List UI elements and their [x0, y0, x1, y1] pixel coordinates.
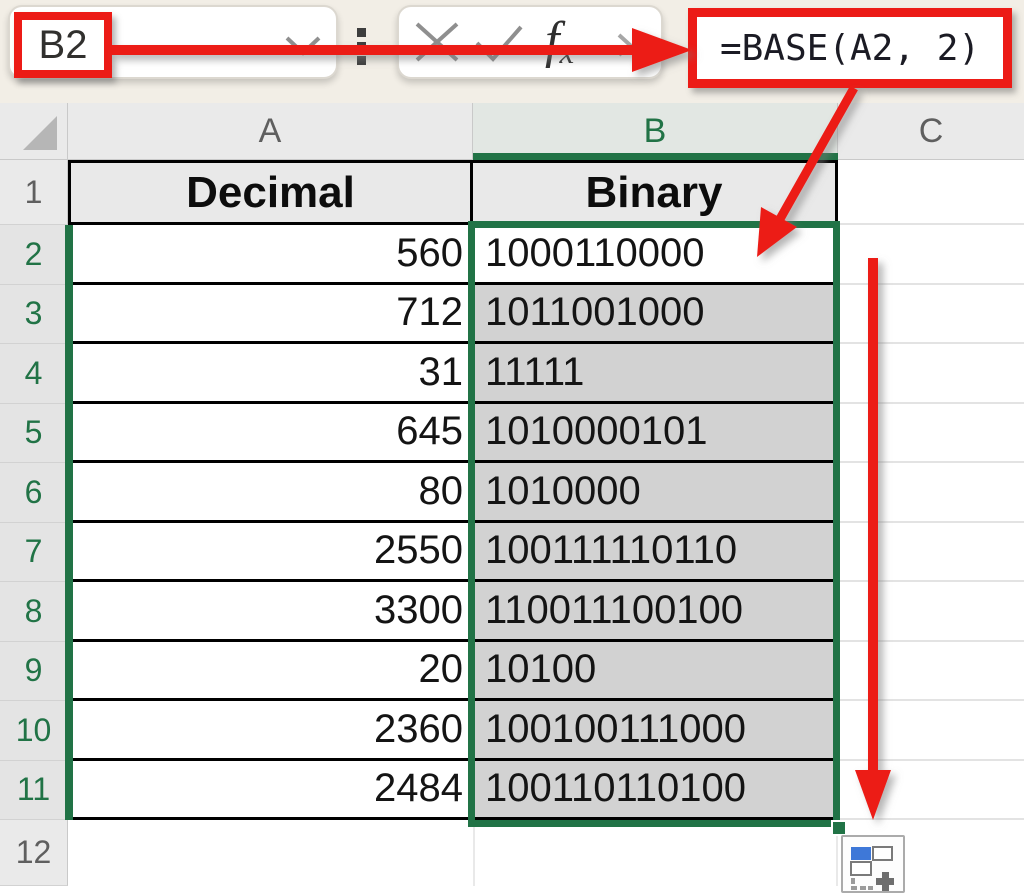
column-headers: A B C — [0, 103, 1024, 160]
cell-decimal[interactable]: 80 — [68, 463, 473, 523]
row-header[interactable]: 5 — [0, 404, 68, 464]
select-all-corner[interactable] — [0, 103, 68, 159]
row-header[interactable]: 8 — [0, 582, 68, 642]
column-header-c[interactable]: C — [838, 103, 1024, 159]
row-header[interactable]: 7 — [0, 523, 68, 583]
enter-check-icon[interactable] — [473, 23, 525, 68]
cell-decimal[interactable]: 20 — [68, 642, 473, 702]
cell-decimal[interactable]: 712 — [68, 285, 473, 345]
cell-decimal[interactable]: 2550 — [68, 523, 473, 583]
cancel-icon[interactable] — [413, 21, 461, 68]
select-all-triangle-icon — [21, 112, 61, 154]
name-box-value[interactable]: B2 — [39, 23, 88, 68]
formula-text[interactable]: =BASE(A2, 2) — [720, 28, 980, 69]
cell-a1-decimal-header[interactable]: Decimal — [68, 160, 473, 225]
row-header[interactable]: 10 — [0, 701, 68, 761]
cell-empty[interactable] — [68, 820, 473, 886]
cell-c1[interactable] — [838, 160, 1024, 225]
chevron-down-icon[interactable] — [282, 33, 324, 64]
cell-decimal[interactable]: 31 — [68, 344, 473, 404]
cell-empty[interactable] — [473, 820, 838, 886]
cell-decimal[interactable]: 2360 — [68, 701, 473, 761]
row-header[interactable]: 6 — [0, 463, 68, 523]
row-header[interactable]: 11 — [0, 761, 68, 821]
table-row: 1 Decimal Binary — [0, 160, 1024, 225]
row-header[interactable]: 2 — [0, 225, 68, 285]
fill-handle[interactable] — [831, 820, 847, 836]
cell-empty[interactable] — [838, 404, 1024, 464]
cell-empty[interactable] — [838, 701, 1024, 761]
row-header[interactable]: 4 — [0, 344, 68, 404]
cell-empty[interactable] — [838, 344, 1024, 404]
name-box[interactable]: B2 — [8, 5, 338, 79]
cell-empty[interactable] — [838, 523, 1024, 583]
cell-decimal[interactable]: 2484 — [68, 761, 473, 821]
column-a-green-border — [65, 225, 73, 820]
column-header-a[interactable]: A — [68, 103, 473, 159]
cell-empty[interactable] — [838, 642, 1024, 702]
chevron-right-icon[interactable] — [615, 31, 635, 64]
formula-annotation-red-rect: =BASE(A2, 2) — [688, 8, 1012, 88]
cell-empty[interactable] — [838, 225, 1024, 285]
cell-empty[interactable] — [838, 285, 1024, 345]
column-header-b[interactable]: B — [473, 103, 838, 159]
separator-dot — [357, 42, 366, 51]
row-header[interactable]: 3 — [0, 285, 68, 345]
formula-bar-strip: B2 fx =BASE(A2, 2) — [0, 0, 1024, 103]
spreadsheet-grid: A B C 1 Decimal Binary 2 560 1000110000 … — [0, 103, 1024, 886]
separator-dot — [357, 56, 366, 65]
cell-empty[interactable] — [838, 463, 1024, 523]
selection-border-b2-b11 — [468, 221, 840, 827]
row-header[interactable]: 9 — [0, 642, 68, 702]
cell-decimal[interactable]: 560 — [68, 225, 473, 285]
cell-empty[interactable] — [838, 582, 1024, 642]
cell-b1-binary-header[interactable]: Binary — [473, 160, 838, 225]
name-box-annotation-red-rect: B2 — [14, 12, 112, 78]
cell-empty[interactable] — [838, 761, 1024, 821]
autofill-options-icon — [848, 845, 898, 891]
formula-bar-buttons: fx — [397, 5, 663, 79]
row-header[interactable]: 1 — [0, 160, 68, 225]
separator-dot — [357, 28, 366, 37]
cell-decimal[interactable]: 645 — [68, 404, 473, 464]
autofill-options-button[interactable] — [841, 835, 905, 893]
row-header[interactable]: 12 — [0, 820, 68, 886]
cell-decimal[interactable]: 3300 — [68, 582, 473, 642]
column-b-header-underline — [473, 153, 838, 160]
insert-function-fx-icon[interactable]: fx — [545, 11, 574, 72]
